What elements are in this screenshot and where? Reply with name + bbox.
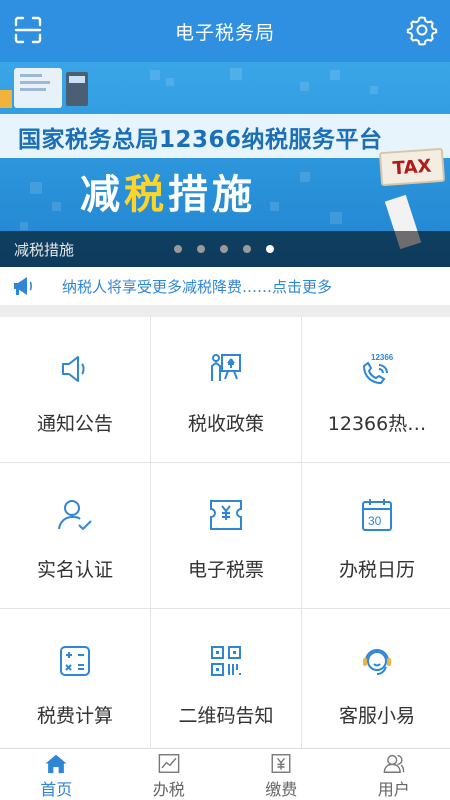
scan-icon[interactable] bbox=[12, 14, 44, 46]
grid-item-real-name[interactable]: 实名认证 bbox=[0, 463, 150, 608]
calendar-day: 30 bbox=[368, 514, 382, 528]
megaphone-icon bbox=[14, 277, 32, 295]
promo-banner[interactable]: 国家税务总局12366纳税服务平台 减税措施 TAX 减税措施 bbox=[0, 62, 450, 267]
top-bar: 电子税务局 bbox=[0, 0, 450, 62]
hotline-icon: 12366 bbox=[362, 353, 394, 385]
home-icon bbox=[45, 754, 67, 774]
grid-item-label: 客服小易 bbox=[338, 705, 415, 727]
notice-bar[interactable]: 纳税人将享受更多减税降费……点击更多 bbox=[0, 267, 450, 305]
grid-item-e-ticket[interactable]: 电子税票 bbox=[151, 463, 301, 608]
banner-subtitle-suffix: 措施 bbox=[168, 172, 256, 218]
tax-sign: TAX bbox=[378, 147, 446, 187]
users-icon bbox=[383, 754, 405, 773]
grid-item-calculator[interactable]: 税费计算 bbox=[0, 609, 150, 750]
tab-label: 缴费 bbox=[265, 780, 298, 799]
tab-label: 用户 bbox=[377, 780, 410, 799]
banner-subtitle-prefix: 减 bbox=[80, 172, 124, 218]
svg-text:12366: 12366 bbox=[371, 353, 394, 362]
carousel-dots bbox=[174, 245, 274, 253]
banner-subtitle-highlight: 税 bbox=[124, 172, 168, 218]
grid-item-tax-policy[interactable]: 税收政策 bbox=[151, 317, 301, 462]
presentation-icon bbox=[211, 354, 241, 381]
tab-payment[interactable]: 缴费 bbox=[225, 749, 338, 800]
carousel-dot[interactable] bbox=[174, 245, 182, 253]
grid-item-label: 税收政策 bbox=[187, 413, 264, 435]
grid-item-label: 通知公告 bbox=[36, 413, 113, 435]
carousel-dot[interactable] bbox=[220, 245, 228, 253]
bottom-tab-bar: 首页 办税 缴费 用户 bbox=[0, 748, 450, 800]
grid-item-hotline[interactable]: 12366 12366热… bbox=[302, 317, 450, 462]
grid-item-label: 电子税票 bbox=[187, 559, 264, 581]
grid-item-notices[interactable]: 通知公告 bbox=[0, 317, 150, 462]
yuan-icon bbox=[271, 754, 291, 773]
page-title: 电子税务局 bbox=[174, 21, 275, 44]
app-root: 电子税务局 国家税务总局12366纳税服务平台 减税措施 TAX 减税措施 纳税… bbox=[0, 0, 450, 800]
function-grid: 通知公告 税收政策 12366 12366热… 实名认证 电子税票 30 办税日… bbox=[0, 317, 450, 750]
tab-home[interactable]: 首页 bbox=[0, 749, 113, 800]
grid-item-calendar[interactable]: 30 办税日历 bbox=[302, 463, 450, 608]
carousel-dot[interactable] bbox=[243, 245, 251, 253]
grid-item-label: 税费计算 bbox=[36, 705, 113, 727]
grid-item-label: 实名认证 bbox=[36, 559, 113, 581]
carousel-dot-active[interactable] bbox=[266, 245, 274, 253]
notice-text[interactable]: 纳税人将享受更多减税降费……点击更多 bbox=[62, 276, 332, 297]
grid-item-label: 12366热… bbox=[327, 413, 427, 435]
banner-subtitle: 减税措施 bbox=[80, 162, 256, 220]
tab-label: 首页 bbox=[40, 780, 73, 799]
grid-item-customer-service[interactable]: 客服小易 bbox=[302, 609, 450, 750]
grid-item-qrcode[interactable]: 二维码告知 bbox=[151, 609, 301, 750]
speaker-icon bbox=[62, 356, 85, 382]
calendar-icon: 30 bbox=[362, 499, 392, 531]
agent-icon bbox=[363, 649, 391, 675]
chart-icon bbox=[158, 754, 180, 773]
grid-item-label: 办税日历 bbox=[338, 559, 415, 581]
calculator-icon bbox=[60, 646, 90, 676]
banner-caption: 减税措施 bbox=[14, 240, 75, 259]
carousel-dot[interactable] bbox=[197, 245, 205, 253]
tab-handle-tax[interactable]: 办税 bbox=[113, 749, 226, 800]
qrcode-icon bbox=[211, 646, 241, 676]
ticket-icon bbox=[210, 500, 242, 530]
user-check-icon bbox=[58, 500, 92, 531]
grid-item-label: 二维码告知 bbox=[178, 705, 274, 727]
gear-icon[interactable] bbox=[406, 14, 438, 46]
tab-user[interactable]: 用户 bbox=[338, 749, 450, 800]
banner-headline: 国家税务总局12366纳税服务平台 bbox=[18, 127, 383, 153]
tab-label: 办税 bbox=[152, 780, 185, 799]
